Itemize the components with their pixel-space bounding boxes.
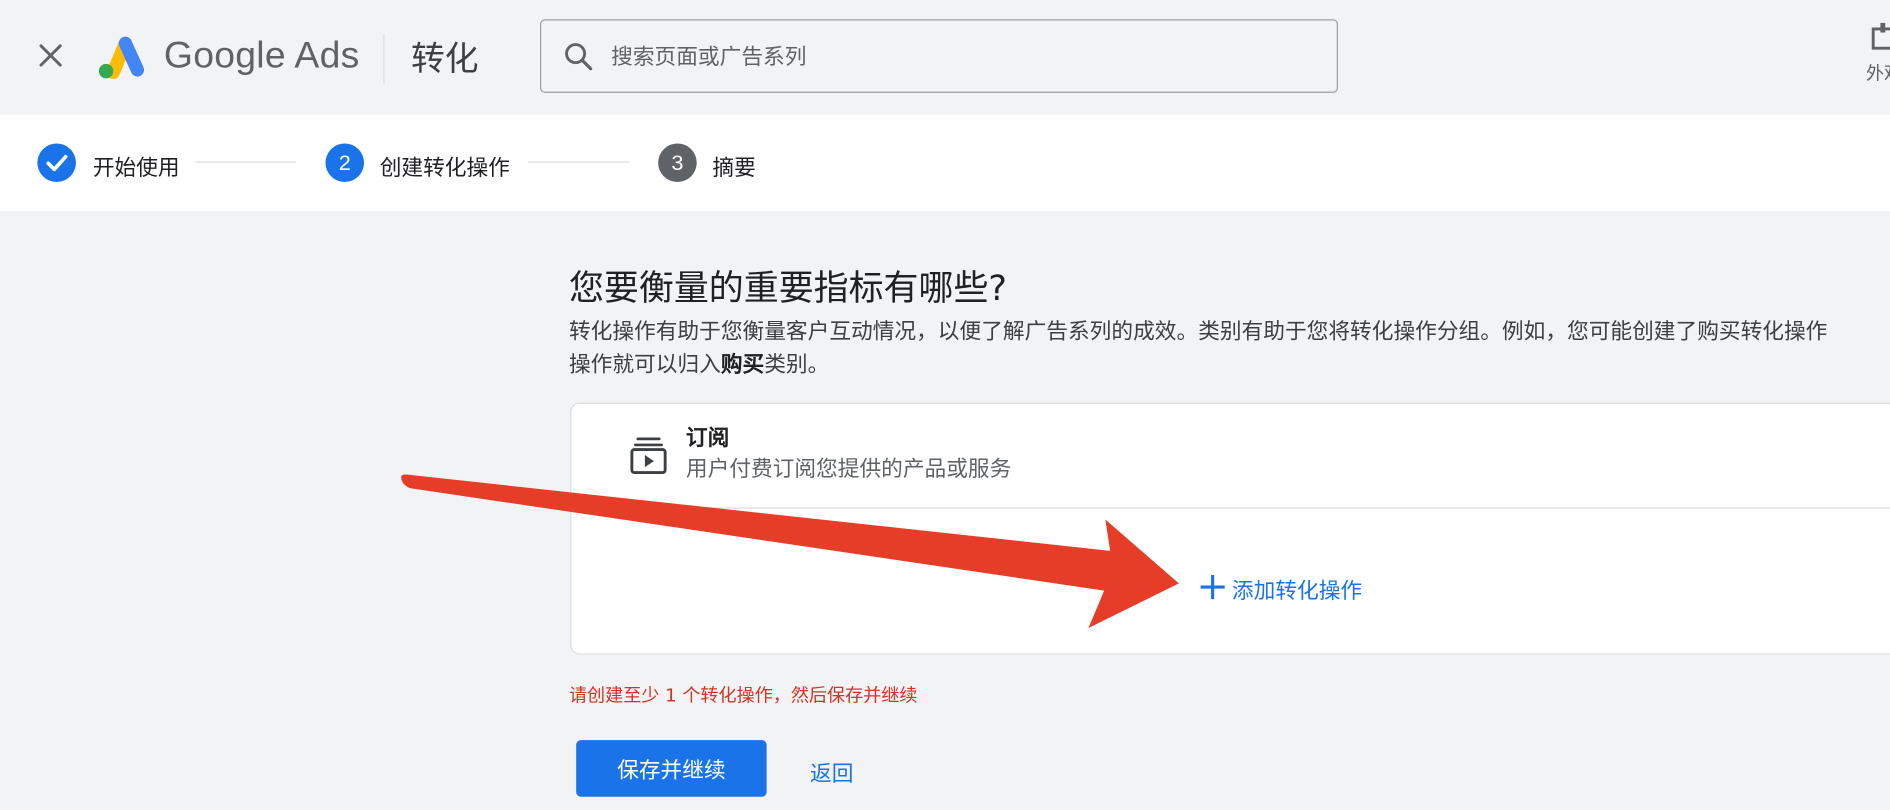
page-title: 转化 xyxy=(411,38,479,79)
category-subtitle: 用户付费订阅您提供的产品或服务 xyxy=(685,456,1012,483)
step-label-summary: 摘要 xyxy=(712,155,756,181)
brand-name: Google Ads xyxy=(163,33,360,76)
step-label-get-started: 开始使用 xyxy=(92,155,180,181)
add-conversion-action-label: 添加转化操作 xyxy=(1231,578,1363,604)
subscriptions-icon xyxy=(629,435,668,476)
category-row-subscription: 订阅 用户付费订阅您提供的产品或服务 xyxy=(571,404,1890,509)
google-ads-logo-icon xyxy=(96,34,147,80)
category-title: 订阅 xyxy=(685,425,730,451)
plus-icon xyxy=(1198,573,1227,602)
step-done-check-icon xyxy=(37,143,76,183)
search-box[interactable] xyxy=(540,19,1338,95)
section-heading: 您要衡量的重要指标有哪些? xyxy=(568,267,1007,309)
appearance-icon xyxy=(1871,22,1890,51)
step-connector xyxy=(195,161,297,163)
description-text: 类别。 xyxy=(764,351,830,378)
step-number-3: 3 xyxy=(658,143,697,183)
appearance-button[interactable]: 外观 xyxy=(1861,17,1890,89)
back-button[interactable]: 返回 xyxy=(810,757,853,788)
search-icon xyxy=(563,41,594,72)
purchase-category-bold: 购买 xyxy=(720,351,765,378)
description-line-2: 操作就可以归入购买类别。 xyxy=(569,348,1890,381)
search-input[interactable] xyxy=(608,20,1313,95)
description-text: 操作就可以归入 xyxy=(568,351,721,378)
header-divider xyxy=(383,33,385,85)
description-line-1: 转化操作有助于您衡量客户互动情况，以便了解广告系列的成效。类别有助于您将转化操作… xyxy=(568,319,1828,345)
top-app-bar: Google Ads 转化 外观 xyxy=(0,0,1890,115)
category-card: 订阅 用户付费订阅您提供的产品或服务 添加转化操作 xyxy=(570,402,1890,655)
close-icon[interactable] xyxy=(34,39,68,73)
save-and-continue-button[interactable]: 保存并继续 xyxy=(576,740,767,797)
step-connector xyxy=(527,161,630,163)
step-label-create-action: 创建转化操作 xyxy=(379,155,510,181)
appearance-label: 外观 xyxy=(1865,62,1890,85)
step-number-2: 2 xyxy=(325,143,365,183)
error-message: 请创建至少 1 个转化操作，然后保存并继续 xyxy=(568,684,918,707)
section-description: 转化操作有助于您衡量客户互动情况，以便了解广告系列的成效。类别有助于您将转化操作… xyxy=(569,316,1890,381)
stepper: 开始使用 2 创建转化操作 3 摘要 xyxy=(0,114,1890,211)
